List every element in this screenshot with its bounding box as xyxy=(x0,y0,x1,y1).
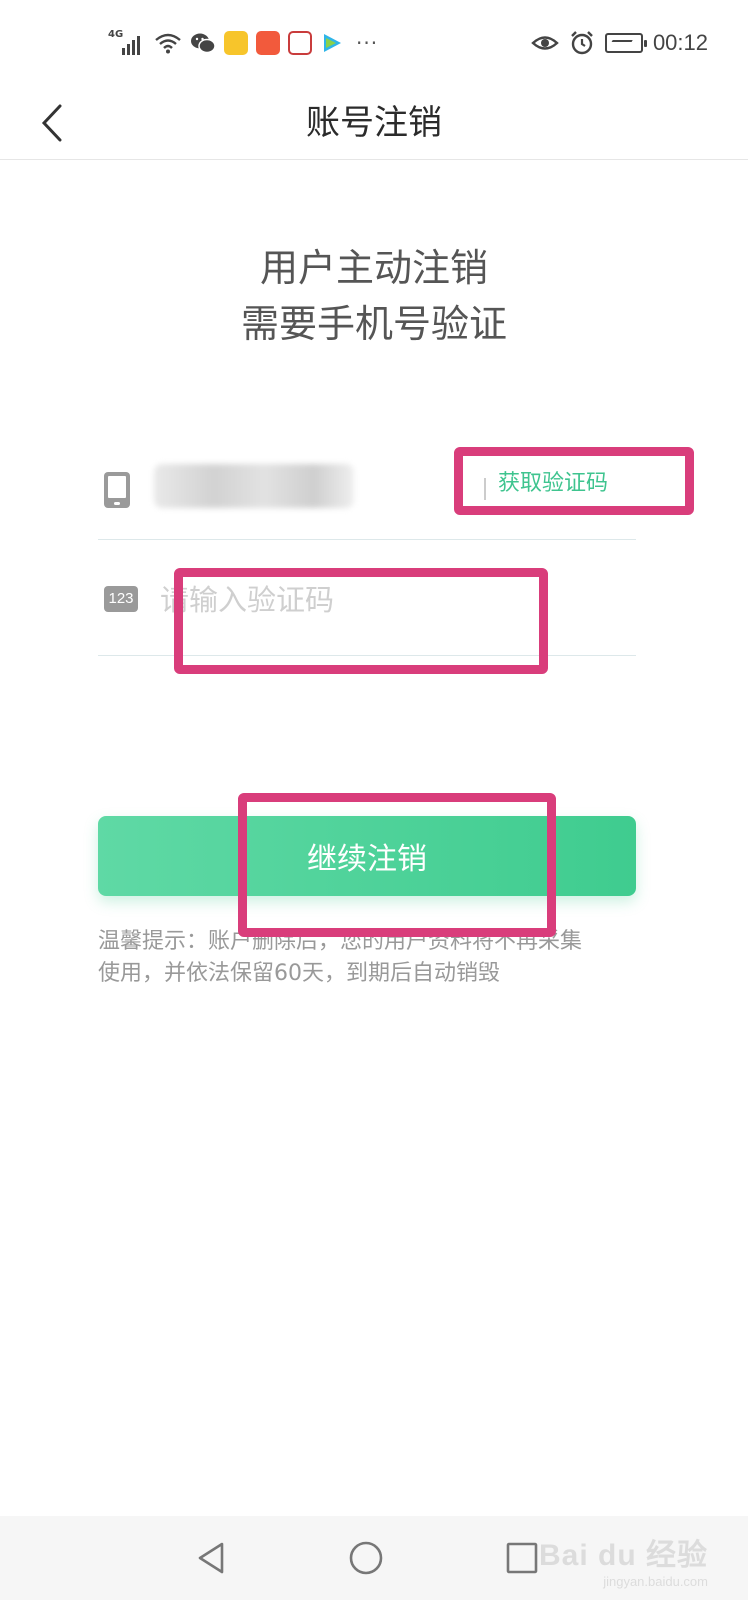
status-bar-left: 4G ··· xyxy=(108,26,378,60)
nav-home-button[interactable] xyxy=(340,1532,392,1584)
circle-home-icon xyxy=(349,1541,383,1575)
field-divider xyxy=(484,478,486,500)
phone-icon xyxy=(104,472,130,508)
phone-field: 获取验证码 xyxy=(98,450,636,540)
sohu-icon xyxy=(224,31,248,55)
code-input[interactable] xyxy=(160,578,480,622)
get-code-button[interactable]: 获取验证码 xyxy=(498,466,608,502)
more-notifications: ··· xyxy=(356,31,379,55)
alarm-icon xyxy=(571,31,593,55)
continue-cancel-button[interactable]: 继续注销 xyxy=(98,816,636,896)
headline: 用户主动注销 需要手机号验证 xyxy=(0,240,748,352)
code-icon: 123 xyxy=(104,586,138,612)
page-title: 账号注销 xyxy=(306,103,442,143)
headline-line-1: 用户主动注销 xyxy=(259,246,488,290)
clock: 00:12 xyxy=(652,30,708,55)
wechat-icon xyxy=(191,33,216,54)
network-type: 4G xyxy=(108,29,124,40)
signal-icon: 4G xyxy=(108,29,146,57)
watermark-url: jingyan.baidu.com xyxy=(603,1574,708,1589)
code-field: 123 xyxy=(98,560,636,656)
xuexi-icon xyxy=(288,31,312,55)
status-bar-right: 00:12 xyxy=(531,26,708,60)
eye-icon xyxy=(531,36,559,50)
headline-line-2: 需要手机号验证 xyxy=(240,302,507,346)
square-recents-icon xyxy=(506,1542,538,1574)
tencent-video-icon xyxy=(324,34,341,52)
tip-line-2: 使用，并依法保留60天，到期后自动销毁 xyxy=(98,961,500,986)
battery-icon xyxy=(604,33,647,53)
triangle-back-icon xyxy=(198,1542,224,1574)
phone-number-masked xyxy=(154,464,354,508)
nav-back-button[interactable] xyxy=(186,1532,238,1584)
tip-line-1: 温馨提示：账户删除后，您的用户资料将不再采集 xyxy=(98,929,583,954)
status-bar: 4G ··· 00:12 xyxy=(0,0,748,86)
tip-text: 温馨提示：账户删除后，您的用户资料将不再采集 使用，并依法保留60天，到期后自动… xyxy=(98,926,638,990)
baidu-jingyan-watermark: Bai du 经验 jingyan.baidu.com xyxy=(539,1530,708,1589)
top-nav: 账号注销 xyxy=(0,86,748,160)
wifi-icon xyxy=(155,33,181,54)
watermark-logo: Bai du 经验 xyxy=(538,1539,708,1572)
kuaishou-icon xyxy=(256,31,280,55)
